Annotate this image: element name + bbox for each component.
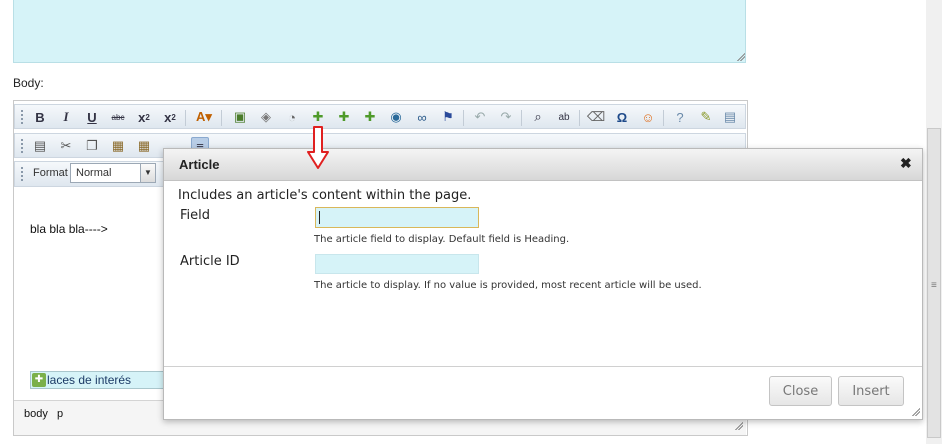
toolbar-separator: [185, 110, 186, 126]
italic-icon[interactable]: I: [57, 108, 75, 126]
flash-icon[interactable]: ◔: [283, 108, 301, 126]
flag-icon[interactable]: ⚑: [439, 108, 457, 126]
text-color-icon[interactable]: A▾: [191, 108, 217, 126]
editor-content-text: bla bla bla---->: [30, 222, 108, 236]
omega-icon[interactable]: Ω: [613, 108, 631, 126]
article-id-label: Article ID: [180, 254, 240, 269]
bold-icon[interactable]: B: [31, 108, 49, 126]
toolbar-separator: [221, 110, 222, 126]
format-label: Format: [33, 167, 68, 179]
tag-icon[interactable]: ◈: [257, 108, 275, 126]
format-select[interactable]: Normal ▼: [70, 163, 156, 183]
dialog-header[interactable]: [164, 149, 922, 181]
smiley-icon[interactable]: ☺: [639, 108, 657, 126]
field-help-text: The article field to display. Default fi…: [314, 234, 570, 245]
path-item-p[interactable]: p: [57, 408, 63, 420]
plugin-icon: ✚: [32, 373, 46, 387]
plugin-icon[interactable]: ✚: [309, 108, 327, 126]
format-select-value: Normal: [76, 167, 112, 179]
dialog-description: Includes an article's content within the…: [178, 188, 472, 203]
redo-icon[interactable]: ↷: [497, 108, 515, 126]
save-icon[interactable]: ▤: [721, 108, 739, 126]
dialog-footer-divider: [164, 366, 922, 367]
scrollbar-grip-icon: ≡: [931, 280, 937, 291]
editor-toolbar-row-1: B I U abc x2 x2 A▾ ▣ ◈ ◔ ✚ ✚ ✚ ◉ ∞ ⚑ ↶ ↷…: [14, 104, 746, 129]
eraser-icon[interactable]: ⌫: [587, 108, 605, 126]
replace-icon[interactable]: ab: [555, 108, 573, 126]
field-label: Field: [180, 208, 211, 223]
globe-icon[interactable]: ◉: [387, 108, 405, 126]
paste-text-icon[interactable]: ▦: [135, 137, 153, 155]
textarea-resize-grip[interactable]: [736, 52, 745, 61]
paste-icon[interactable]: ▦: [109, 137, 127, 155]
annotation-arrow-icon: [307, 126, 329, 169]
dialog-resize-grip[interactable]: [911, 407, 920, 416]
toolbar-separator: [579, 110, 580, 126]
undo-icon[interactable]: ↶: [471, 108, 489, 126]
toolbar-handle[interactable]: [21, 139, 23, 153]
image-icon[interactable]: ▣: [231, 108, 249, 126]
element-path: body p: [24, 408, 63, 420]
placeholder-link[interactable]: ✚ laces de interés: [30, 371, 165, 389]
subscript-icon[interactable]: x2: [135, 108, 153, 126]
toolbar-separator: [463, 110, 464, 126]
underline-icon[interactable]: U: [83, 108, 101, 126]
copy-icon[interactable]: ❐: [83, 137, 101, 155]
close-button[interactable]: Close: [769, 376, 832, 406]
dialog-title: Article: [179, 157, 220, 172]
toolbar-separator: [663, 110, 664, 126]
toolbar-handle[interactable]: [21, 167, 23, 181]
edit-icon[interactable]: ✎: [697, 108, 715, 126]
path-item-body[interactable]: body: [24, 408, 48, 420]
body-label: Body:: [13, 76, 44, 90]
placeholder-link-text: laces de interés: [47, 373, 132, 387]
toolbar-separator: [521, 110, 522, 126]
superscript-icon[interactable]: x2: [161, 108, 179, 126]
article-id-help-text: The article to display. If no value is p…: [314, 280, 702, 291]
source-icon[interactable]: ▤: [31, 137, 49, 155]
close-icon[interactable]: ✖: [900, 155, 912, 172]
strikethrough-icon[interactable]: abc: [109, 108, 127, 126]
field-input[interactable]: [315, 207, 479, 228]
plugin-icon[interactable]: ✚: [335, 108, 353, 126]
plugin-icon[interactable]: ✚: [361, 108, 379, 126]
editor-resize-grip[interactable]: [734, 421, 743, 430]
toolbar-handle[interactable]: [21, 110, 23, 124]
help-icon[interactable]: ?: [671, 108, 689, 126]
article-id-input[interactable]: [315, 254, 479, 274]
cut-icon[interactable]: ✂: [57, 137, 75, 155]
find-icon[interactable]: ⌕: [529, 108, 547, 126]
chevron-down-icon[interactable]: ▼: [140, 164, 155, 182]
text-caret: [319, 211, 320, 224]
binoculars-icon[interactable]: ∞: [413, 108, 431, 126]
insert-button[interactable]: Insert: [838, 376, 904, 406]
summary-textarea[interactable]: [13, 0, 746, 63]
